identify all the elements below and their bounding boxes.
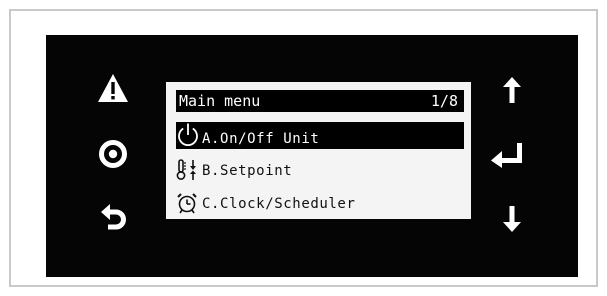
program-button[interactable] [98,139,128,169]
program-circle-icon [99,140,127,168]
menu-item-label: B.Setpoint [202,163,293,179]
menu-item-label: C.Clock/Scheduler [202,196,356,212]
down-button[interactable] [502,205,522,233]
enter-icon [491,143,522,168]
menu-item-label: A.On/Off Unit [202,131,320,147]
up-button[interactable] [502,76,522,104]
thermometer-setpoint-icon [176,159,196,180]
alarm-warning-icon [98,74,128,102]
menu-item-clock-scheduler[interactable]: C.Clock/Scheduler [176,192,464,214]
alarm-clock-icon [177,193,197,214]
page-indicator: 1/8 [430,92,458,110]
menu-item-setpoint[interactable]: B.Setpoint [176,159,464,181]
arrow-up-icon [503,77,521,103]
escape-button[interactable] [100,203,128,233]
arrow-down-icon [503,206,521,232]
lcd-display: Main menu 1/8 A.On/Off Unit B.Setpoint C… [166,82,471,219]
enter-button[interactable] [490,141,524,169]
alarm-button[interactable] [97,73,129,103]
menu-item-on-off-unit[interactable]: A.On/Off Unit [176,122,464,149]
power-icon [178,123,198,146]
lcd-header: Main menu 1/8 [176,90,464,112]
escape-back-icon [101,204,126,230]
screen-title: Main menu [179,92,261,110]
